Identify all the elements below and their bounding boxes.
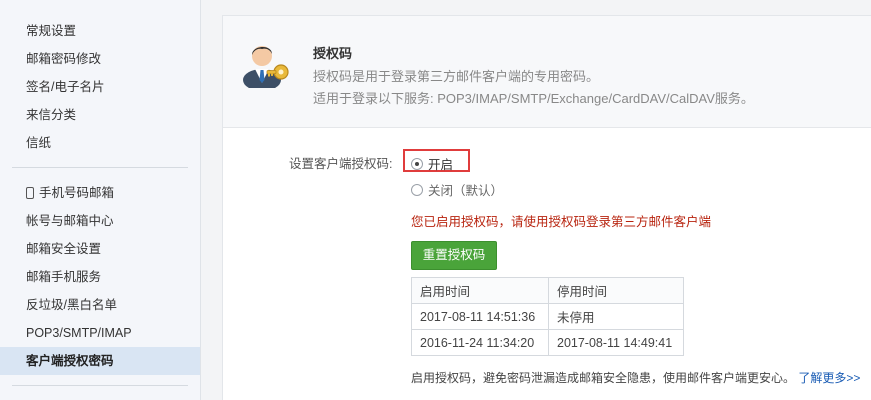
- nav-item-password[interactable]: 邮箱密码修改: [0, 45, 200, 73]
- table-cell-disabled-time: 未停用: [548, 303, 684, 330]
- nav-item-account-center[interactable]: 帐号与邮箱中心: [0, 207, 200, 235]
- nav-divider: [12, 167, 188, 168]
- footer-note: 启用授权码，避免密码泄漏造成邮箱安全隐患，使用邮件客户端更安心。 了解更多>>: [411, 369, 860, 386]
- nav-group-account: 手机号码邮箱 帐号与邮箱中心 邮箱安全设置 邮箱手机服务 反垃圾/黑白名单 PO…: [0, 179, 200, 375]
- column-header-disabled-time: 停用时间: [548, 277, 684, 304]
- radio-disable-label: 关闭（默认）: [428, 184, 504, 198]
- table-header-row: 启用时间 停用时间: [411, 277, 684, 304]
- nav-divider: [12, 385, 188, 386]
- nav-item-mobile-service[interactable]: 邮箱手机服务: [0, 263, 200, 291]
- radio-disable[interactable]: 关闭（默认）: [411, 180, 503, 199]
- status-notice: 您已启用授权码，请使用授权码登录第三方邮件客户端: [411, 215, 712, 229]
- nav-item-mail-filter[interactable]: 来信分类: [0, 101, 200, 129]
- learn-more-link[interactable]: 了解更多>>: [798, 371, 860, 385]
- nav-group-general: 常规设置 邮箱密码修改 签名/电子名片 来信分类 信纸: [0, 0, 200, 157]
- page-title: 授权码: [313, 46, 353, 61]
- nav-item-client-auth-code[interactable]: 客户端授权密码: [0, 347, 200, 375]
- page-description: 授权码是用于登录第三方邮件客户端的专用密码。: [313, 69, 600, 84]
- nav-item-general-settings[interactable]: 常规设置: [0, 17, 200, 45]
- radio-button-on[interactable]: [411, 157, 423, 170]
- table-row: 2017-08-11 14:51:36 未停用: [411, 303, 684, 330]
- column-header-enabled-time: 启用时间: [411, 277, 549, 304]
- auth-code-setting-label: 设置客户端授权码:: [289, 157, 393, 171]
- nav-item-stationery[interactable]: 信纸: [0, 129, 200, 157]
- reset-auth-code-button[interactable]: 重置授权码: [411, 241, 497, 270]
- nav-item-pop3-smtp[interactable]: POP3/SMTP/IMAP: [0, 319, 200, 347]
- table-cell-disabled-time: 2017-08-11 14:49:41: [548, 329, 684, 356]
- main-panel: 授权码 授权码是用于登录第三方邮件客户端的专用密码。 适用于登录以下服务: PO…: [222, 15, 871, 400]
- user-key-icon: [243, 46, 289, 88]
- nav-item-security[interactable]: 邮箱安全设置: [0, 235, 200, 263]
- page-header: 授权码 授权码是用于登录第三方邮件客户端的专用密码。 适用于登录以下服务: PO…: [223, 16, 871, 128]
- page-description-services: 适用于登录以下服务: POP3/IMAP/SMTP/Exchange/CardD…: [313, 91, 754, 106]
- table-cell-enabled-time: 2017-08-11 14:51:36: [411, 303, 549, 330]
- nav-item-signature[interactable]: 签名/电子名片: [0, 73, 200, 101]
- nav-item-phone-mailbox[interactable]: 手机号码邮箱: [0, 179, 200, 207]
- table-cell-enabled-time: 2016-11-24 11:34:20: [411, 329, 549, 356]
- radio-enable-label: 开启: [428, 158, 454, 172]
- sidebar: 常规设置 邮箱密码修改 签名/电子名片 来信分类 信纸 手机号码邮箱 帐号与邮箱…: [0, 0, 201, 400]
- table-row: 2016-11-24 11:34:20 2017-08-11 14:49:41: [411, 329, 684, 356]
- nav-item-antispam[interactable]: 反垃圾/黑白名单: [0, 291, 200, 319]
- radio-enable[interactable]: 开启: [411, 154, 453, 173]
- auth-code-history-table: 启用时间 停用时间 2017-08-11 14:51:36 未停用 2016-1…: [411, 277, 684, 356]
- radio-button-off[interactable]: [411, 183, 423, 196]
- nav-item-label: 手机号码邮箱: [39, 186, 115, 200]
- phone-icon: [26, 187, 34, 199]
- footer-text: 启用授权码，避免密码泄漏造成邮箱安全隐患，使用邮件客户端更安心。: [411, 371, 796, 385]
